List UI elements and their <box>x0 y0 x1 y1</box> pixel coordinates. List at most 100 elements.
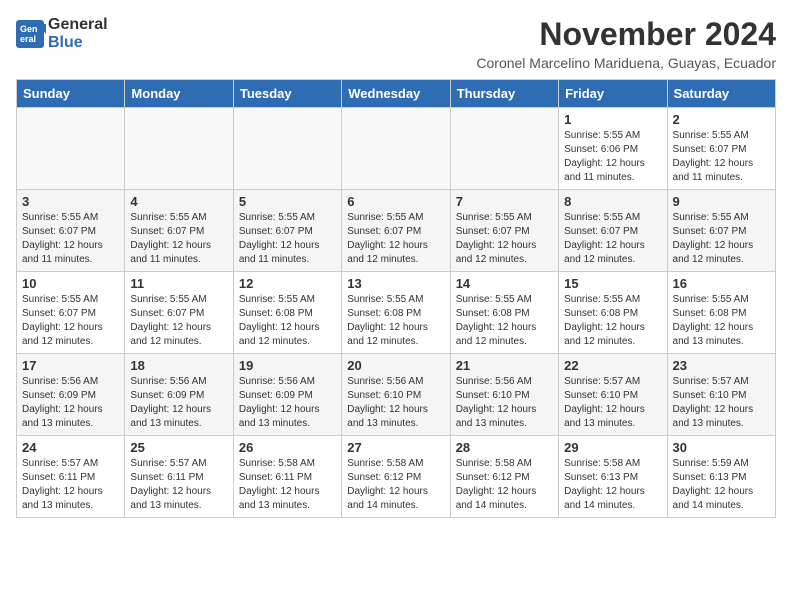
weekday-header-friday: Friday <box>559 80 667 108</box>
day-info: Sunrise: 5:55 AM Sunset: 6:06 PM Dayligh… <box>564 129 661 185</box>
day-info: Sunrise: 5:58 AM Sunset: 6:12 PM Dayligh… <box>347 457 444 513</box>
day-number: 1 <box>564 112 661 127</box>
logo-blue: Blue <box>48 34 108 52</box>
day-number: 14 <box>456 276 553 291</box>
calendar-week-row: 3Sunrise: 5:55 AM Sunset: 6:07 PM Daylig… <box>17 190 776 272</box>
day-info: Sunrise: 5:58 AM Sunset: 6:12 PM Dayligh… <box>456 457 553 513</box>
logo-icon: Gen eral <box>16 20 46 48</box>
calendar-cell: 29 Sunrise: 5:58 AM Sunset: 6:13 PM Dayli… <box>559 436 667 518</box>
svg-text:eral: eral <box>20 34 36 44</box>
logo: Gen eral General Blue <box>16 16 108 51</box>
calendar-week-row: 10Sunrise: 5:55 AM Sunset: 6:07 PM Dayli… <box>17 272 776 354</box>
calendar-cell: 16 Sunrise: 5:55 AM Sunset: 6:08 PM Dayli… <box>667 272 775 354</box>
day-number: 4 <box>130 194 227 209</box>
calendar-cell: 22 Sunrise: 5:57 AM Sunset: 6:10 PM Dayli… <box>559 354 667 436</box>
day-info: Sunrise: 5:55 AM Sunset: 6:08 PM Dayligh… <box>239 293 336 349</box>
month-title: November 2024 <box>476 16 776 53</box>
day-number: 24 <box>22 440 119 455</box>
calendar-week-row: 17 Sunrise: 5:56 AM Sunset: 6:09 PM Dayli… <box>17 354 776 436</box>
day-number: 18 <box>130 358 227 373</box>
calendar-cell: 7 Sunrise: 5:55 AM Sunset: 6:07 PM Daylig… <box>450 190 558 272</box>
day-number: 15 <box>564 276 661 291</box>
calendar-cell: 3Sunrise: 5:55 AM Sunset: 6:07 PM Daylig… <box>17 190 125 272</box>
calendar-cell: 20Sunrise: 5:56 AM Sunset: 6:10 PM Dayli… <box>342 354 450 436</box>
day-number: 22 <box>564 358 661 373</box>
day-number: 30 <box>673 440 770 455</box>
day-number: 21 <box>456 358 553 373</box>
calendar-cell: 9 Sunrise: 5:55 AM Sunset: 6:07 PM Daylig… <box>667 190 775 272</box>
weekday-header-tuesday: Tuesday <box>233 80 341 108</box>
logo-general: General <box>48 16 108 34</box>
weekday-header-thursday: Thursday <box>450 80 558 108</box>
day-number: 13 <box>347 276 444 291</box>
weekday-header-wednesday: Wednesday <box>342 80 450 108</box>
calendar-week-row: 1 Sunrise: 5:55 AM Sunset: 6:06 PM Daylig… <box>17 108 776 190</box>
calendar-cell: 6 Sunrise: 5:55 AM Sunset: 6:07 PM Daylig… <box>342 190 450 272</box>
day-number: 16 <box>673 276 770 291</box>
calendar-cell: 1 Sunrise: 5:55 AM Sunset: 6:06 PM Daylig… <box>559 108 667 190</box>
day-info: Sunrise: 5:55 AM Sunset: 6:07 PM Dayligh… <box>239 211 336 267</box>
day-info: Sunrise: 5:58 AM Sunset: 6:13 PM Dayligh… <box>564 457 661 513</box>
day-info: Sunrise: 5:59 AM Sunset: 6:13 PM Dayligh… <box>673 457 770 513</box>
weekday-header-saturday: Saturday <box>667 80 775 108</box>
day-number: 23 <box>673 358 770 373</box>
day-number: 27 <box>347 440 444 455</box>
day-number: 12 <box>239 276 336 291</box>
day-info: Sunrise: 5:55 AM Sunset: 6:08 PM Dayligh… <box>564 293 661 349</box>
day-number: 6 <box>347 194 444 209</box>
day-number: 10 <box>22 276 119 291</box>
calendar-cell: 28 Sunrise: 5:58 AM Sunset: 6:12 PM Dayli… <box>450 436 558 518</box>
calendar-cell: 23 Sunrise: 5:57 AM Sunset: 6:10 PM Dayli… <box>667 354 775 436</box>
day-info: Sunrise: 5:55 AM Sunset: 6:07 PM Dayligh… <box>456 211 553 267</box>
day-info: Sunrise: 5:58 AM Sunset: 6:11 PM Dayligh… <box>239 457 336 513</box>
weekday-header-row: SundayMondayTuesdayWednesdayThursdayFrid… <box>17 80 776 108</box>
calendar-cell: 10Sunrise: 5:55 AM Sunset: 6:07 PM Dayli… <box>17 272 125 354</box>
title-area: November 2024 Coronel Marcelino Mariduen… <box>476 16 776 71</box>
day-info: Sunrise: 5:55 AM Sunset: 6:07 PM Dayligh… <box>347 211 444 267</box>
calendar-cell: 2Sunrise: 5:55 AM Sunset: 6:07 PM Daylig… <box>667 108 775 190</box>
calendar-cell: 8Sunrise: 5:55 AM Sunset: 6:07 PM Daylig… <box>559 190 667 272</box>
day-info: Sunrise: 5:56 AM Sunset: 6:09 PM Dayligh… <box>22 375 119 431</box>
day-number: 2 <box>673 112 770 127</box>
calendar-cell: 4Sunrise: 5:55 AM Sunset: 6:07 PM Daylig… <box>125 190 233 272</box>
day-number: 28 <box>456 440 553 455</box>
day-info: Sunrise: 5:55 AM Sunset: 6:07 PM Dayligh… <box>22 211 119 267</box>
day-info: Sunrise: 5:57 AM Sunset: 6:10 PM Dayligh… <box>673 375 770 431</box>
calendar-week-row: 24Sunrise: 5:57 AM Sunset: 6:11 PM Dayli… <box>17 436 776 518</box>
calendar-cell: 18 Sunrise: 5:56 AM Sunset: 6:09 PM Dayli… <box>125 354 233 436</box>
day-number: 25 <box>130 440 227 455</box>
day-info: Sunrise: 5:55 AM Sunset: 6:08 PM Dayligh… <box>673 293 770 349</box>
weekday-header-sunday: Sunday <box>17 80 125 108</box>
weekday-header-monday: Monday <box>125 80 233 108</box>
day-number: 29 <box>564 440 661 455</box>
calendar-cell: 21 Sunrise: 5:56 AM Sunset: 6:10 PM Dayli… <box>450 354 558 436</box>
svg-text:Gen: Gen <box>20 24 38 34</box>
day-info: Sunrise: 5:56 AM Sunset: 6:10 PM Dayligh… <box>456 375 553 431</box>
day-number: 17 <box>22 358 119 373</box>
calendar-cell: 26 Sunrise: 5:58 AM Sunset: 6:11 PM Dayli… <box>233 436 341 518</box>
day-number: 7 <box>456 194 553 209</box>
calendar-cell: 13 Sunrise: 5:55 AM Sunset: 6:08 PM Dayli… <box>342 272 450 354</box>
day-number: 5 <box>239 194 336 209</box>
calendar-table: SundayMondayTuesdayWednesdayThursdayFrid… <box>16 79 776 518</box>
calendar-cell: 5 Sunrise: 5:55 AM Sunset: 6:07 PM Daylig… <box>233 190 341 272</box>
day-info: Sunrise: 5:55 AM Sunset: 6:07 PM Dayligh… <box>673 211 770 267</box>
calendar-cell: 27 Sunrise: 5:58 AM Sunset: 6:12 PM Dayli… <box>342 436 450 518</box>
calendar-cell <box>450 108 558 190</box>
day-number: 8 <box>564 194 661 209</box>
day-number: 9 <box>673 194 770 209</box>
calendar-cell: 14 Sunrise: 5:55 AM Sunset: 6:08 PM Dayli… <box>450 272 558 354</box>
day-info: Sunrise: 5:55 AM Sunset: 6:08 PM Dayligh… <box>347 293 444 349</box>
day-info: Sunrise: 5:57 AM Sunset: 6:10 PM Dayligh… <box>564 375 661 431</box>
day-info: Sunrise: 5:55 AM Sunset: 6:08 PM Dayligh… <box>456 293 553 349</box>
day-number: 26 <box>239 440 336 455</box>
day-number: 11 <box>130 276 227 291</box>
calendar-cell <box>342 108 450 190</box>
calendar-cell: 25Sunrise: 5:57 AM Sunset: 6:11 PM Dayli… <box>125 436 233 518</box>
calendar-cell: 30 Sunrise: 5:59 AM Sunset: 6:13 PM Dayli… <box>667 436 775 518</box>
calendar-cell: 24Sunrise: 5:57 AM Sunset: 6:11 PM Dayli… <box>17 436 125 518</box>
calendar-cell: 19Sunrise: 5:56 AM Sunset: 6:09 PM Dayli… <box>233 354 341 436</box>
calendar-cell: 11Sunrise: 5:55 AM Sunset: 6:07 PM Dayli… <box>125 272 233 354</box>
calendar-cell <box>125 108 233 190</box>
day-info: Sunrise: 5:56 AM Sunset: 6:09 PM Dayligh… <box>130 375 227 431</box>
